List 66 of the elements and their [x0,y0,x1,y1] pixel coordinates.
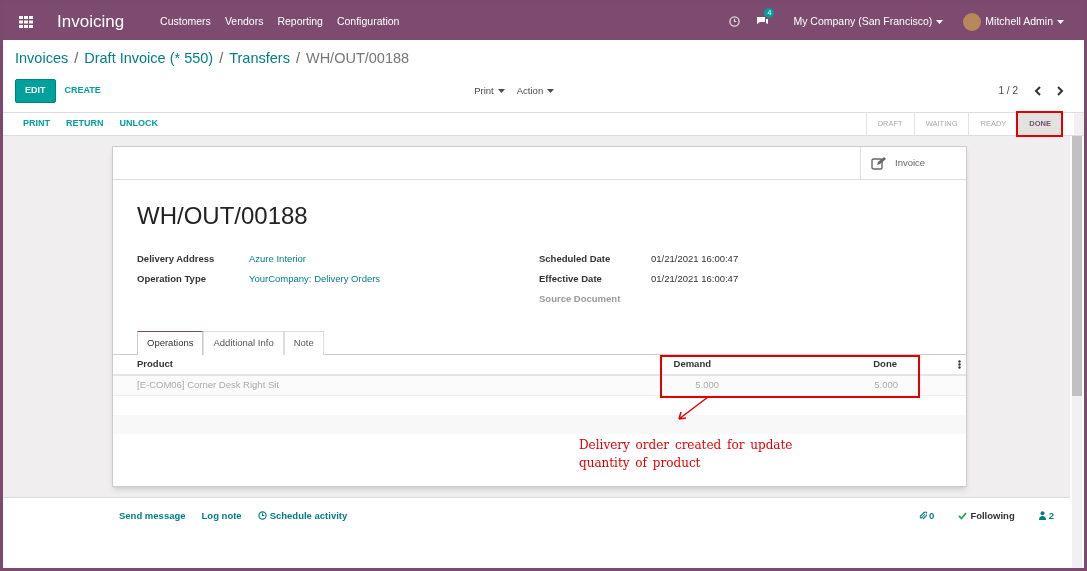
breadcrumb[interactable]: Invoices [15,48,69,70]
clock-icon[interactable] [729,16,741,27]
field-value: 01/21/2021 16:00:47 [651,251,739,266]
breadcrumb-separator: / [295,49,300,68]
table-cell-text: 5.000 [694,377,719,392]
table-cell-text: 5.000 [873,377,898,392]
send-message-link[interactable]: Send message [119,508,186,523]
annotation-arrow [676,395,710,422]
user-menu[interactable]: Mitchell Admin [985,13,1064,30]
person-icon [1038,511,1046,521]
menu-item[interactable]: Vendors [224,13,264,30]
field-label: Source Document [539,292,622,307]
schedule-activity-link[interactable]: Schedule activity [257,508,348,523]
field-value: 01/21/2021 16:00:47 [651,272,739,286]
caret-icon [497,88,505,93]
breadcrumb-separator: / [219,49,224,68]
caret-icon [547,88,555,93]
highlight-box [1016,110,1063,137]
breadcrumb-separator: / [74,49,79,68]
menu-item[interactable]: Reporting [277,13,323,30]
log-note-link[interactable]: Log note [201,508,242,523]
following-button[interactable]: Following [958,508,1015,523]
followers-button[interactable]: 2 [1038,508,1054,523]
field-label: Operation Type [137,272,207,286]
column-header[interactable]: Demand [599,356,719,372]
invoice-smart-button[interactable]: Invoice [860,146,966,179]
form-tab[interactable]: Operations [137,330,204,355]
caret-icon [1057,19,1064,24]
create-button[interactable]: CREATE [55,84,110,98]
clock-icon [257,511,267,521]
kebab-menu-icon[interactable] [958,359,961,369]
breadcrumb[interactable]: Draft Invoice (* 550) [84,48,214,70]
caret-icon [936,19,944,24]
edit-button[interactable]: EDIT [15,78,56,103]
company-switcher[interactable]: My Company (San Francisco) [793,13,944,30]
breadcrumb: WH/OUT/00188 [305,49,410,68]
paperclip-icon [919,511,928,521]
field-link[interactable]: Azure Interior [249,251,307,266]
field-label: Scheduled Date [539,251,612,266]
previous-icon[interactable] [1034,85,1041,96]
checkmark-icon [958,511,968,520]
annotation-text: Delivery order created for update quantity of product [579,436,794,472]
field-label: Delivery Address [137,251,216,266]
edit-icon [871,155,887,170]
print-dropdown[interactable]: Print [474,83,505,98]
menu-item[interactable]: Customers [160,13,211,30]
header-action-button[interactable]: RETURN [58,117,112,131]
next-icon[interactable] [1057,85,1064,96]
column-header[interactable]: Product [113,356,599,372]
menu-item[interactable]: Configuration [336,13,400,30]
apps-grid-icon[interactable] [19,15,33,28]
breadcrumb[interactable]: Transfers [229,48,290,70]
chat-icon[interactable] [756,16,770,27]
attachments-button[interactable]: 0 [919,508,935,523]
action-dropdown[interactable]: Action [516,83,555,98]
header-action-button[interactable]: PRINT [15,117,58,131]
record-title: WH/OUT/00188 [136,200,309,231]
form-tab[interactable]: Note [283,330,324,355]
pager-counter: 1 / 2 [998,84,1018,99]
app-title[interactable]: Invoicing [57,8,125,35]
table-cell-text: [E-COM06] Corner Desk Right Sit [136,377,280,392]
column-header[interactable]: Done [719,356,898,372]
field-link[interactable]: YourCompany: Delivery Orders [249,272,381,287]
header-action-button[interactable]: UNLOCK [111,117,166,131]
field-label: Effective Date [539,272,603,286]
form-tab[interactable]: Additional Info [203,330,284,355]
